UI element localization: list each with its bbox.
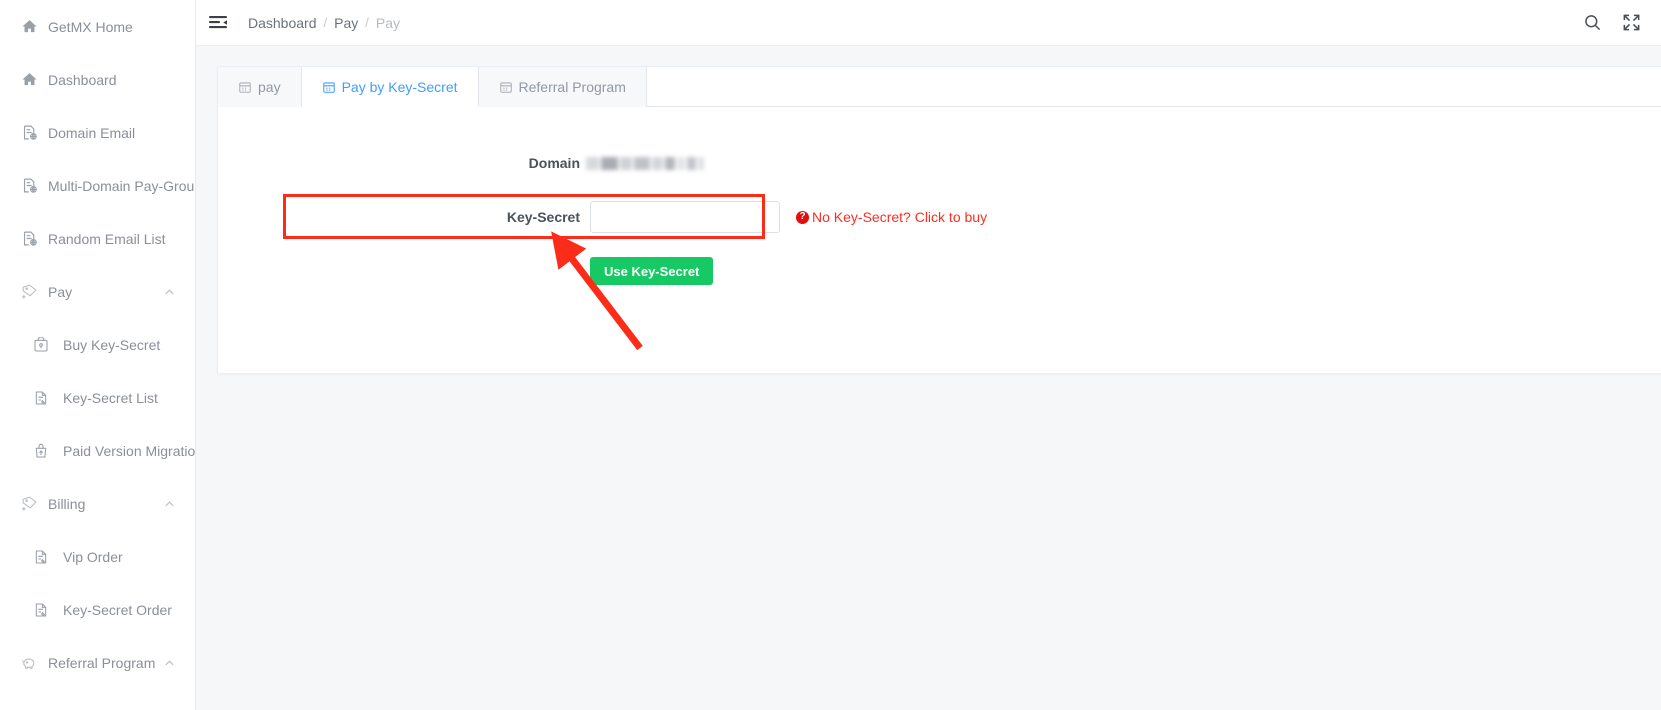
sidebar-group-billing[interactable]: Billing	[0, 477, 195, 530]
sidebar-item-label: Key-Secret Order	[63, 601, 172, 618]
sidebar-item-vip-order[interactable]: Vip Order	[0, 530, 195, 583]
chevron-up-icon	[164, 498, 175, 509]
sidebar-item-label: Multi-Domain Pay-Group	[48, 177, 196, 194]
home-icon	[20, 71, 38, 89]
tag-icon	[20, 283, 38, 301]
sidebar-item-buy-key-secret[interactable]: Buy Key-Secret	[0, 318, 195, 371]
chevron-up-icon	[164, 286, 175, 297]
sidebar-item-domain-email[interactable]: Domain Email	[0, 106, 195, 159]
calendar-icon	[322, 80, 336, 94]
topbar-actions	[1583, 13, 1641, 32]
tab-pay-by-key-secret[interactable]: Pay by Key-Secret	[301, 67, 479, 107]
domain-label: Domain	[528, 155, 580, 171]
sidebar-item-label: Vip Order	[63, 548, 123, 565]
sidebar-item-label: Billing	[48, 495, 86, 512]
topbar: Dashboard / Pay / Pay	[196, 0, 1661, 46]
domain-email-icon	[20, 177, 38, 195]
content-area: pay Pay by Key-Secret Referral Program D…	[196, 46, 1661, 710]
sidebar-item-dashboard[interactable]: Dashboard	[0, 53, 195, 106]
breadcrumb-item-dashboard[interactable]: Dashboard	[248, 15, 317, 31]
search-icon[interactable]	[1583, 13, 1602, 32]
submit-row: Use Key-Secret	[218, 257, 1661, 285]
key-secret-input[interactable]	[590, 201, 780, 233]
sidebar-item-random-email-list[interactable]: Random Email List	[0, 212, 195, 265]
tab-referral-program[interactable]: Referral Program	[478, 67, 647, 107]
breadcrumb-separator: /	[323, 15, 328, 30]
list-doc-icon	[32, 601, 50, 619]
tab-bar: pay Pay by Key-Secret Referral Program	[218, 67, 1661, 107]
domain-email-icon	[20, 230, 38, 248]
no-key-secret-link-label: No Key-Secret? Click to buy	[812, 209, 988, 225]
breadcrumb: Dashboard / Pay / Pay	[248, 15, 400, 31]
breadcrumb-separator: /	[365, 15, 369, 30]
calendar-icon	[238, 80, 252, 94]
key-secret-row: Key-Secret ? No Key-Secret? Click to buy	[218, 197, 1661, 237]
sidebar-item-label: Buy Key-Secret	[63, 336, 161, 353]
tab-pay[interactable]: pay	[218, 67, 302, 107]
sidebar-item-getmx-home[interactable]: GetMX Home	[0, 0, 195, 53]
sidebar-item-paid-version-migration[interactable]: Paid Version Migration	[0, 424, 195, 477]
sidebar-item-label: Random Email List	[48, 230, 166, 247]
pay-by-key-secret-form: Domain Key-Secret ? No Key-Secret? Click…	[218, 107, 1661, 285]
piggy-icon	[20, 654, 38, 672]
app-root: GetMX Home Dashboard Domain Email Multi-…	[0, 0, 1661, 710]
key-secret-label: Key-Secret	[506, 209, 580, 225]
pay-card: pay Pay by Key-Secret Referral Program D…	[217, 66, 1661, 374]
tag-icon	[20, 495, 38, 513]
sidebar-item-label: Pay	[48, 283, 73, 300]
question-circle-icon: ?	[796, 210, 809, 224]
tab-label: Referral Program	[518, 79, 626, 95]
use-key-secret-button[interactable]: Use Key-Secret	[590, 257, 714, 285]
sidebar-item-multi-domain-pay-group[interactable]: Multi-Domain Pay-Group	[0, 159, 195, 212]
domain-email-icon	[20, 124, 38, 142]
sidebar-item-label: Key-Secret List	[63, 389, 158, 406]
sidebar-item-label: Referral Program	[48, 654, 156, 671]
main-area: Dashboard / Pay / Pay pay Pay by Key-Sec…	[196, 0, 1661, 710]
list-doc-icon	[32, 548, 50, 566]
tab-label: pay	[258, 79, 281, 95]
fullscreen-icon[interactable]	[1622, 13, 1641, 32]
breadcrumb-item-current: Pay	[375, 14, 400, 31]
sidebar-item-label: Domain Email	[48, 124, 136, 141]
no-key-secret-link[interactable]: ? No Key-Secret? Click to buy	[796, 209, 987, 225]
list-doc-icon	[32, 389, 50, 407]
sidebar-item-key-secret-order[interactable]: Key-Secret Order	[0, 583, 195, 636]
key-box-icon	[32, 336, 50, 354]
tab-label: Pay by Key-Secret	[341, 78, 458, 95]
domain-value-redacted	[586, 156, 704, 170]
sidebar-group-referral-program[interactable]: Referral Program	[0, 636, 195, 689]
calendar-icon	[499, 80, 513, 94]
sidebar-item-key-secret-list[interactable]: Key-Secret List	[0, 371, 195, 424]
upgrade-bag-icon	[32, 442, 50, 460]
sidebar-group-pay[interactable]: Pay	[0, 265, 195, 318]
sidebar-item-label: Paid Version Migration	[63, 442, 196, 459]
domain-row: Domain	[218, 143, 1661, 183]
hamburger-collapse-icon[interactable]	[208, 14, 228, 32]
breadcrumb-item-pay[interactable]: Pay	[334, 15, 358, 31]
home-icon	[20, 18, 38, 36]
chevron-up-icon	[164, 657, 175, 668]
sidebar: GetMX Home Dashboard Domain Email Multi-…	[0, 0, 196, 710]
sidebar-item-label: GetMX Home	[48, 18, 133, 35]
sidebar-item-label: Dashboard	[48, 71, 117, 88]
